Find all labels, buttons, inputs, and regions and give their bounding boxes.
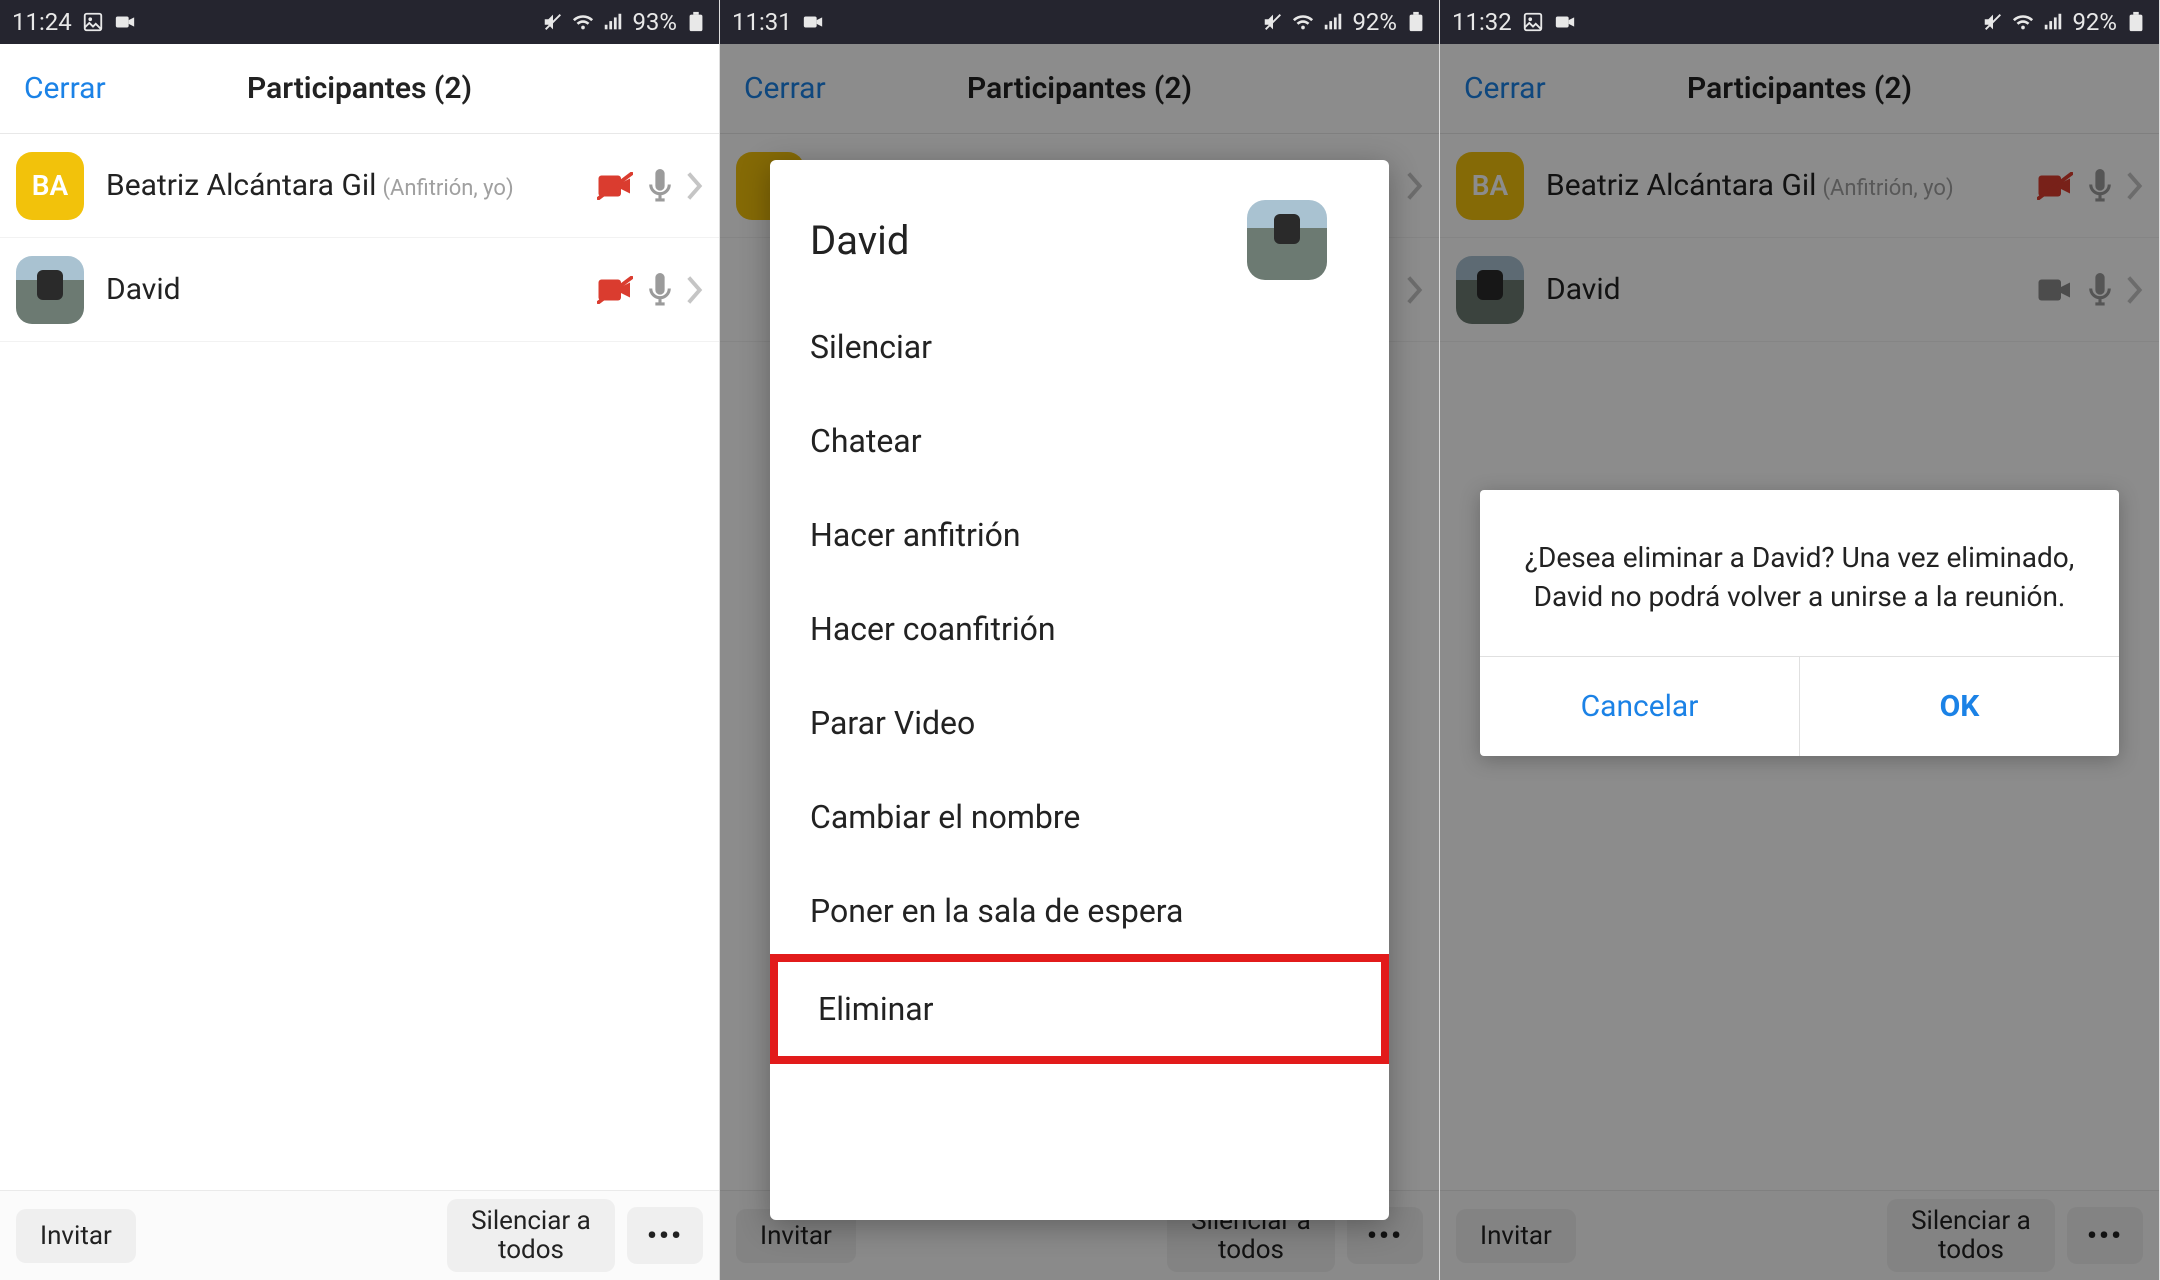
screen-2: 11:31 92% Cerrar Participantes (2) Invit… bbox=[720, 0, 1440, 1280]
camera-off-icon bbox=[597, 172, 633, 200]
participant-action-sheet: David Silenciar Chatear Hacer anfitrión … bbox=[770, 160, 1389, 1220]
mic-icon bbox=[2087, 169, 2113, 203]
participant-role: (Anfitrión, yo) bbox=[382, 176, 513, 201]
participant-row[interactable]: David bbox=[1440, 238, 2159, 342]
mute-icon bbox=[542, 11, 564, 33]
camera-off-icon bbox=[597, 276, 633, 304]
chevron-right-icon bbox=[687, 172, 703, 200]
action-mute[interactable]: Silenciar bbox=[770, 300, 1389, 394]
statusbar-time: 11:24 bbox=[12, 8, 72, 36]
wifi-icon bbox=[572, 11, 594, 33]
dialog-cancel-button[interactable]: Cancelar bbox=[1480, 657, 1799, 756]
statusbar-battery: 92% bbox=[1352, 8, 1397, 36]
wifi-icon bbox=[2012, 11, 2034, 33]
participant-role: (Anfitrión, yo) bbox=[1822, 176, 1953, 201]
statusbar-time: 11:32 bbox=[1452, 8, 1512, 36]
battery-icon bbox=[2125, 11, 2147, 33]
chevron-right-icon bbox=[2127, 172, 2143, 200]
close-button[interactable]: Cerrar bbox=[0, 71, 130, 106]
participant-info: Beatriz Alcántara Gil (Anfitrión, yo) bbox=[106, 168, 597, 203]
mute-all-button[interactable]: Silenciar a todos bbox=[1887, 1199, 2055, 1272]
image-icon bbox=[82, 11, 104, 33]
image-icon bbox=[1522, 11, 1544, 33]
participant-info: David bbox=[1546, 272, 2037, 307]
avatar bbox=[16, 256, 84, 324]
chevron-right-icon bbox=[687, 276, 703, 304]
statusbar-time: 11:31 bbox=[732, 8, 792, 36]
screen-3: 11:32 92% Cerrar Participantes (2) BA Be… bbox=[1440, 0, 2160, 1280]
mute-all-button[interactable]: Silenciar a todos bbox=[447, 1199, 615, 1272]
header: Cerrar Participantes (2) bbox=[1440, 44, 2159, 134]
chevron-right-icon bbox=[1407, 276, 1423, 304]
close-button[interactable]: Cerrar bbox=[720, 71, 850, 106]
avatar bbox=[1247, 200, 1327, 280]
action-make-cohost[interactable]: Hacer coanfitrión bbox=[770, 582, 1389, 676]
action-remove[interactable]: Eliminar bbox=[770, 954, 1389, 1064]
participant-name: David bbox=[1546, 272, 1621, 307]
participant-row[interactable]: BA Beatriz Alcántara Gil (Anfitrión, yo) bbox=[0, 134, 719, 238]
camera-icon bbox=[1554, 11, 1576, 33]
mic-icon bbox=[647, 169, 673, 203]
action-rename[interactable]: Cambiar el nombre bbox=[770, 770, 1389, 864]
invite-button[interactable]: Invitar bbox=[16, 1209, 136, 1263]
screen-1: 11:24 93% Cerrar Participantes (2) BA Be… bbox=[0, 0, 720, 1280]
statusbar-battery: 93% bbox=[632, 8, 677, 36]
statusbar-battery: 92% bbox=[2072, 8, 2117, 36]
participant-name: Beatriz Alcántara Gil bbox=[106, 168, 376, 203]
avatar bbox=[1456, 256, 1524, 324]
dialog-ok-button[interactable]: OK bbox=[1799, 657, 2119, 756]
mute-icon bbox=[1262, 11, 1284, 33]
chevron-right-icon bbox=[1407, 172, 1423, 200]
participant-info: Beatriz Alcántara Gil (Anfitrión, yo) bbox=[1546, 168, 2037, 203]
statusbar: 11:31 92% bbox=[720, 0, 1439, 44]
header: Cerrar Participantes (2) bbox=[0, 44, 719, 134]
invite-button[interactable]: Invitar bbox=[1456, 1209, 1576, 1263]
chevron-right-icon bbox=[2127, 276, 2143, 304]
action-make-host[interactable]: Hacer anfitrión bbox=[770, 488, 1389, 582]
more-button[interactable]: ••• bbox=[2067, 1207, 2143, 1264]
header: Cerrar Participantes (2) bbox=[720, 44, 1439, 134]
mic-icon bbox=[2087, 273, 2113, 307]
participant-info: David bbox=[106, 272, 597, 307]
close-button[interactable]: Cerrar bbox=[1440, 71, 1570, 106]
confirm-remove-dialog: ¿Desea eliminar a David? Una vez elimina… bbox=[1480, 490, 2119, 756]
mute-icon bbox=[1982, 11, 2004, 33]
participant-name: Beatriz Alcántara Gil bbox=[1546, 168, 1816, 203]
participant-name: David bbox=[106, 272, 181, 307]
avatar: BA bbox=[1456, 152, 1524, 220]
statusbar: 11:24 93% bbox=[0, 0, 719, 44]
camera-off-icon bbox=[2037, 172, 2073, 200]
participant-row[interactable]: David bbox=[0, 238, 719, 342]
camera-icon bbox=[114, 11, 136, 33]
avatar: BA bbox=[16, 152, 84, 220]
signal-icon bbox=[2042, 11, 2064, 33]
action-waiting-room[interactable]: Poner en la sala de espera bbox=[770, 864, 1389, 958]
signal-icon bbox=[1322, 11, 1344, 33]
camera-on-icon bbox=[2037, 276, 2073, 304]
statusbar: 11:32 92% bbox=[1440, 0, 2159, 44]
bottom-toolbar: Invitar Silenciar a todos ••• bbox=[0, 1190, 719, 1280]
battery-icon bbox=[1405, 11, 1427, 33]
action-stop-video[interactable]: Parar Video bbox=[770, 676, 1389, 770]
participant-row[interactable]: BA Beatriz Alcántara Gil (Anfitrión, yo) bbox=[1440, 134, 2159, 238]
more-button[interactable]: ••• bbox=[627, 1207, 703, 1264]
bottom-toolbar: Invitar Silenciar a todos ••• bbox=[1440, 1190, 2159, 1280]
camera-icon bbox=[802, 11, 824, 33]
dialog-message: ¿Desea eliminar a David? Una vez elimina… bbox=[1480, 490, 2119, 656]
mic-icon bbox=[647, 273, 673, 307]
action-sheet-title: David bbox=[810, 217, 1247, 264]
action-chat[interactable]: Chatear bbox=[770, 394, 1389, 488]
signal-icon bbox=[602, 11, 624, 33]
wifi-icon bbox=[1292, 11, 1314, 33]
battery-icon bbox=[685, 11, 707, 33]
